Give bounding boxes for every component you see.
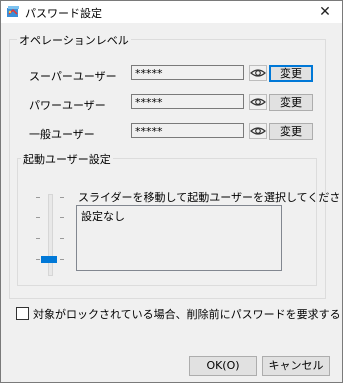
slider-tick	[60, 259, 64, 260]
eye-icon[interactable]	[249, 65, 267, 81]
startup-user-slider-track[interactable]	[48, 194, 53, 276]
general-user-change-button[interactable]: 変更	[269, 123, 313, 140]
slider-tick	[36, 238, 40, 239]
app-icon	[7, 6, 19, 17]
lock-password-checkbox[interactable]	[16, 307, 29, 320]
close-icon[interactable]: ✕	[311, 2, 339, 22]
general-user-password-field[interactable]: *****	[131, 123, 244, 138]
power-user-password-field[interactable]: *****	[131, 94, 244, 109]
startup-user-selection: 設定なし	[81, 210, 125, 223]
slider-tick	[60, 197, 64, 198]
power-user-change-button[interactable]: 変更	[269, 94, 313, 111]
password-settings-dialog: パスワード設定 ✕ オペレーションレベル スーパーユーザー ***** 変更 パ…	[0, 0, 343, 383]
general-user-label: 一般ユーザー	[29, 128, 95, 141]
slider-tick	[36, 197, 40, 198]
slider-tick	[36, 217, 40, 218]
power-user-label: パワーユーザー	[29, 99, 106, 112]
startup-user-label: 起動ユーザー設定	[21, 151, 113, 167]
slider-tick	[36, 259, 40, 260]
operation-level-label: オペレーションレベル	[17, 32, 131, 48]
lock-password-checkbox-label[interactable]: 対象がロックされている場合、削除前にパスワードを要求する	[33, 306, 341, 322]
super-user-label: スーパーユーザー	[29, 70, 117, 83]
super-user-change-button[interactable]: 変更	[269, 65, 313, 82]
cancel-button[interactable]: キャンセル	[262, 356, 330, 376]
eye-icon[interactable]	[249, 94, 267, 110]
ok-button[interactable]: OK(O)	[189, 356, 257, 376]
super-user-password-field[interactable]: *****	[131, 65, 244, 80]
eye-icon[interactable]	[249, 123, 267, 139]
slider-tick	[60, 217, 64, 218]
slider-tick	[60, 238, 64, 239]
startup-user-display: 設定なし	[76, 205, 282, 271]
startup-user-slider-thumb[interactable]	[41, 256, 57, 263]
window-title: パスワード設定	[25, 7, 102, 20]
title-bar: パスワード設定 ✕	[1, 1, 342, 23]
